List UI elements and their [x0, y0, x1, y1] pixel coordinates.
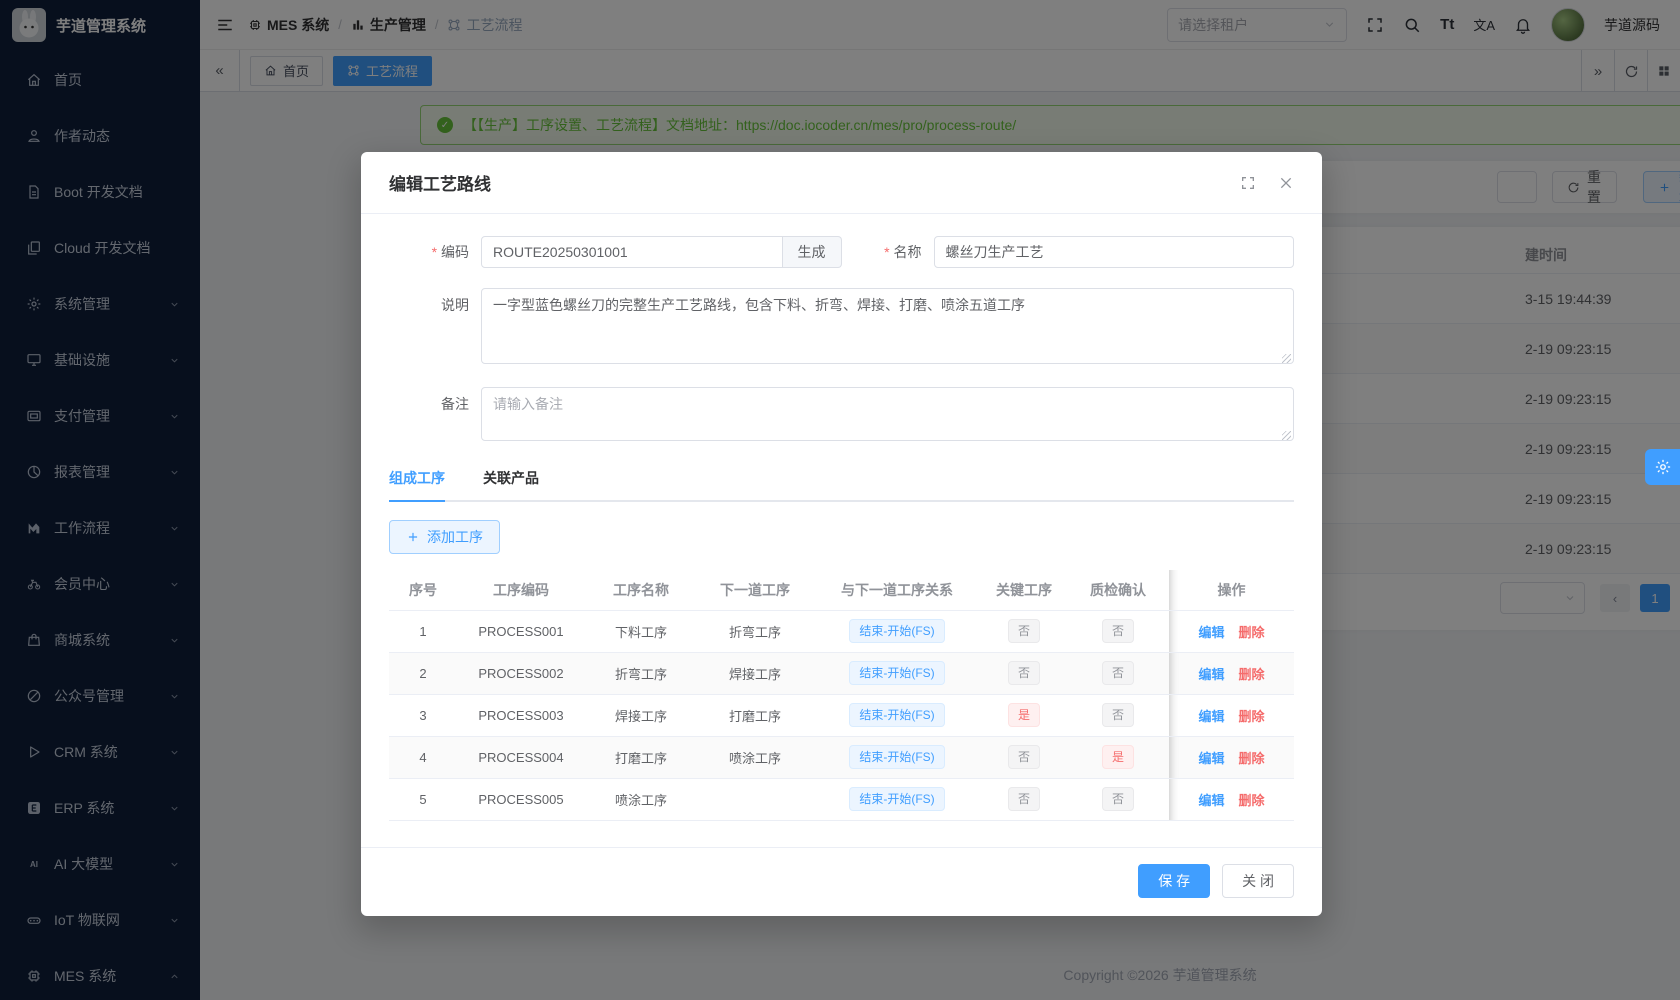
plus-icon — [406, 530, 420, 544]
edit-link[interactable]: 编辑 — [1198, 709, 1224, 724]
code-field-label: 编码 — [389, 242, 481, 262]
route-code-input[interactable] — [481, 236, 783, 268]
resize-grip[interactable] — [1282, 431, 1291, 440]
delete-link[interactable]: 删除 — [1239, 667, 1265, 682]
dialog-tab-关联产品[interactable]: 关联产品 — [483, 468, 539, 500]
resize-grip[interactable] — [1282, 354, 1291, 363]
step-next — [697, 778, 813, 820]
steps-table-body: 1PROCESS001下料工序折弯工序结束-开始(FS)否否编辑删除2PROCE… — [389, 610, 1294, 820]
steps-column-header: 操作 — [1169, 570, 1294, 610]
step-seq: 2 — [389, 652, 457, 694]
relation-tag: 结束-开始(FS) — [849, 619, 944, 643]
add-step-button[interactable]: 添加工序 — [389, 520, 500, 554]
delete-link[interactable]: 删除 — [1239, 625, 1265, 640]
desc-field-label: 说明 — [389, 288, 481, 315]
step-code: PROCESS002 — [457, 652, 585, 694]
step-row: 4PROCESS004打磨工序喷涂工序 结束-开始(FS) 否 是 编辑删除 — [389, 736, 1294, 778]
qc-confirm-tag: 是 — [1102, 745, 1134, 769]
desc-textarea[interactable]: 一字型蓝色螺丝刀的完整生产工艺路线，包含下料、折弯、焊接、打磨、喷涂五道工序 — [481, 288, 1294, 364]
key-step-tag: 是 — [1008, 703, 1040, 727]
step-next: 喷涂工序 — [697, 736, 813, 778]
step-code: PROCESS004 — [457, 736, 585, 778]
step-row: 2PROCESS002折弯工序焊接工序 结束-开始(FS) 否 否 编辑删除 — [389, 652, 1294, 694]
qc-confirm-tag: 否 — [1102, 661, 1134, 685]
generate-code-button[interactable]: 生成 — [783, 236, 842, 268]
step-next: 焊接工序 — [697, 652, 813, 694]
key-step-tag: 否 — [1008, 661, 1040, 685]
remark-field-label: 备注 — [389, 387, 481, 414]
save-button[interactable]: 保 存 — [1138, 864, 1210, 898]
steps-column-header: 与下一道工序关系 — [813, 570, 981, 610]
dialog-header: 编辑工艺路线 — [361, 152, 1322, 214]
delete-link[interactable]: 删除 — [1239, 793, 1265, 808]
steps-column-header: 工序名称 — [585, 570, 697, 610]
relation-tag: 结束-开始(FS) — [849, 745, 944, 769]
name-field-label: 名称 — [842, 242, 934, 262]
steps-column-header: 序号 — [389, 570, 457, 610]
edit-link[interactable]: 编辑 — [1198, 793, 1224, 808]
step-row: 1PROCESS001下料工序折弯工序 结束-开始(FS) 否 否 编辑删除 — [389, 610, 1294, 652]
relation-tag: 结束-开始(FS) — [849, 787, 944, 811]
delete-link[interactable]: 删除 — [1239, 709, 1265, 724]
step-name: 喷涂工序 — [585, 778, 697, 820]
delete-link[interactable]: 删除 — [1239, 751, 1265, 766]
route-name-input[interactable] — [934, 236, 1295, 268]
close-button[interactable]: 关 闭 — [1222, 864, 1294, 898]
steps-column-header: 工序编码 — [457, 570, 585, 610]
step-code: PROCESS005 — [457, 778, 585, 820]
step-code: PROCESS003 — [457, 694, 585, 736]
steps-table-header: 序号工序编码工序名称下一道工序与下一道工序关系关键工序质检确认操作 — [389, 570, 1294, 610]
qc-confirm-tag: 否 — [1102, 703, 1134, 727]
step-row: 3PROCESS003焊接工序打磨工序 结束-开始(FS) 是 否 编辑删除 — [389, 694, 1294, 736]
edit-link[interactable]: 编辑 — [1198, 625, 1224, 640]
step-name: 焊接工序 — [585, 694, 697, 736]
relation-tag: 结束-开始(FS) — [849, 661, 944, 685]
settings-gear-button[interactable] — [1645, 449, 1680, 485]
step-name: 打磨工序 — [585, 736, 697, 778]
dialog-title: 编辑工艺路线 — [389, 170, 1218, 195]
step-next: 打磨工序 — [697, 694, 813, 736]
edit-route-dialog: 编辑工艺路线 编码 生成 名称 说明 一字型蓝色螺丝刀的完整生产工艺路线，包含下… — [361, 152, 1322, 916]
edit-link[interactable]: 编辑 — [1198, 667, 1224, 682]
step-seq: 5 — [389, 778, 457, 820]
dialog-close-icon[interactable] — [1278, 175, 1294, 191]
step-name: 下料工序 — [585, 610, 697, 652]
dialog-tab-组成工序[interactable]: 组成工序 — [389, 468, 445, 502]
step-next: 折弯工序 — [697, 610, 813, 652]
step-seq: 4 — [389, 736, 457, 778]
dialog-tabs: 组成工序 关联产品 — [389, 468, 1294, 502]
dialog-body: 编码 生成 名称 说明 一字型蓝色螺丝刀的完整生产工艺路线，包含下料、折弯、焊接… — [361, 214, 1322, 821]
qc-confirm-tag: 否 — [1102, 619, 1134, 643]
step-seq: 1 — [389, 610, 457, 652]
edit-link[interactable]: 编辑 — [1198, 751, 1224, 766]
steps-column-header: 下一道工序 — [697, 570, 813, 610]
steps-column-header: 关键工序 — [981, 570, 1067, 610]
remark-textarea[interactable] — [481, 387, 1294, 441]
step-name: 折弯工序 — [585, 652, 697, 694]
steps-column-header: 质检确认 — [1067, 570, 1169, 610]
step-row: 5PROCESS005喷涂工序 结束-开始(FS) 否 否 编辑删除 — [389, 778, 1294, 820]
dialog-fullscreen-icon[interactable] — [1240, 175, 1256, 191]
key-step-tag: 否 — [1008, 619, 1040, 643]
dialog-footer: 保 存 关 闭 — [361, 847, 1322, 916]
key-step-tag: 否 — [1008, 787, 1040, 811]
relation-tag: 结束-开始(FS) — [849, 703, 944, 727]
qc-confirm-tag: 否 — [1102, 787, 1134, 811]
steps-table: 序号工序编码工序名称下一道工序与下一道工序关系关键工序质检确认操作 1PROCE… — [389, 570, 1294, 821]
key-step-tag: 否 — [1008, 745, 1040, 769]
step-code: PROCESS001 — [457, 610, 585, 652]
step-seq: 3 — [389, 694, 457, 736]
